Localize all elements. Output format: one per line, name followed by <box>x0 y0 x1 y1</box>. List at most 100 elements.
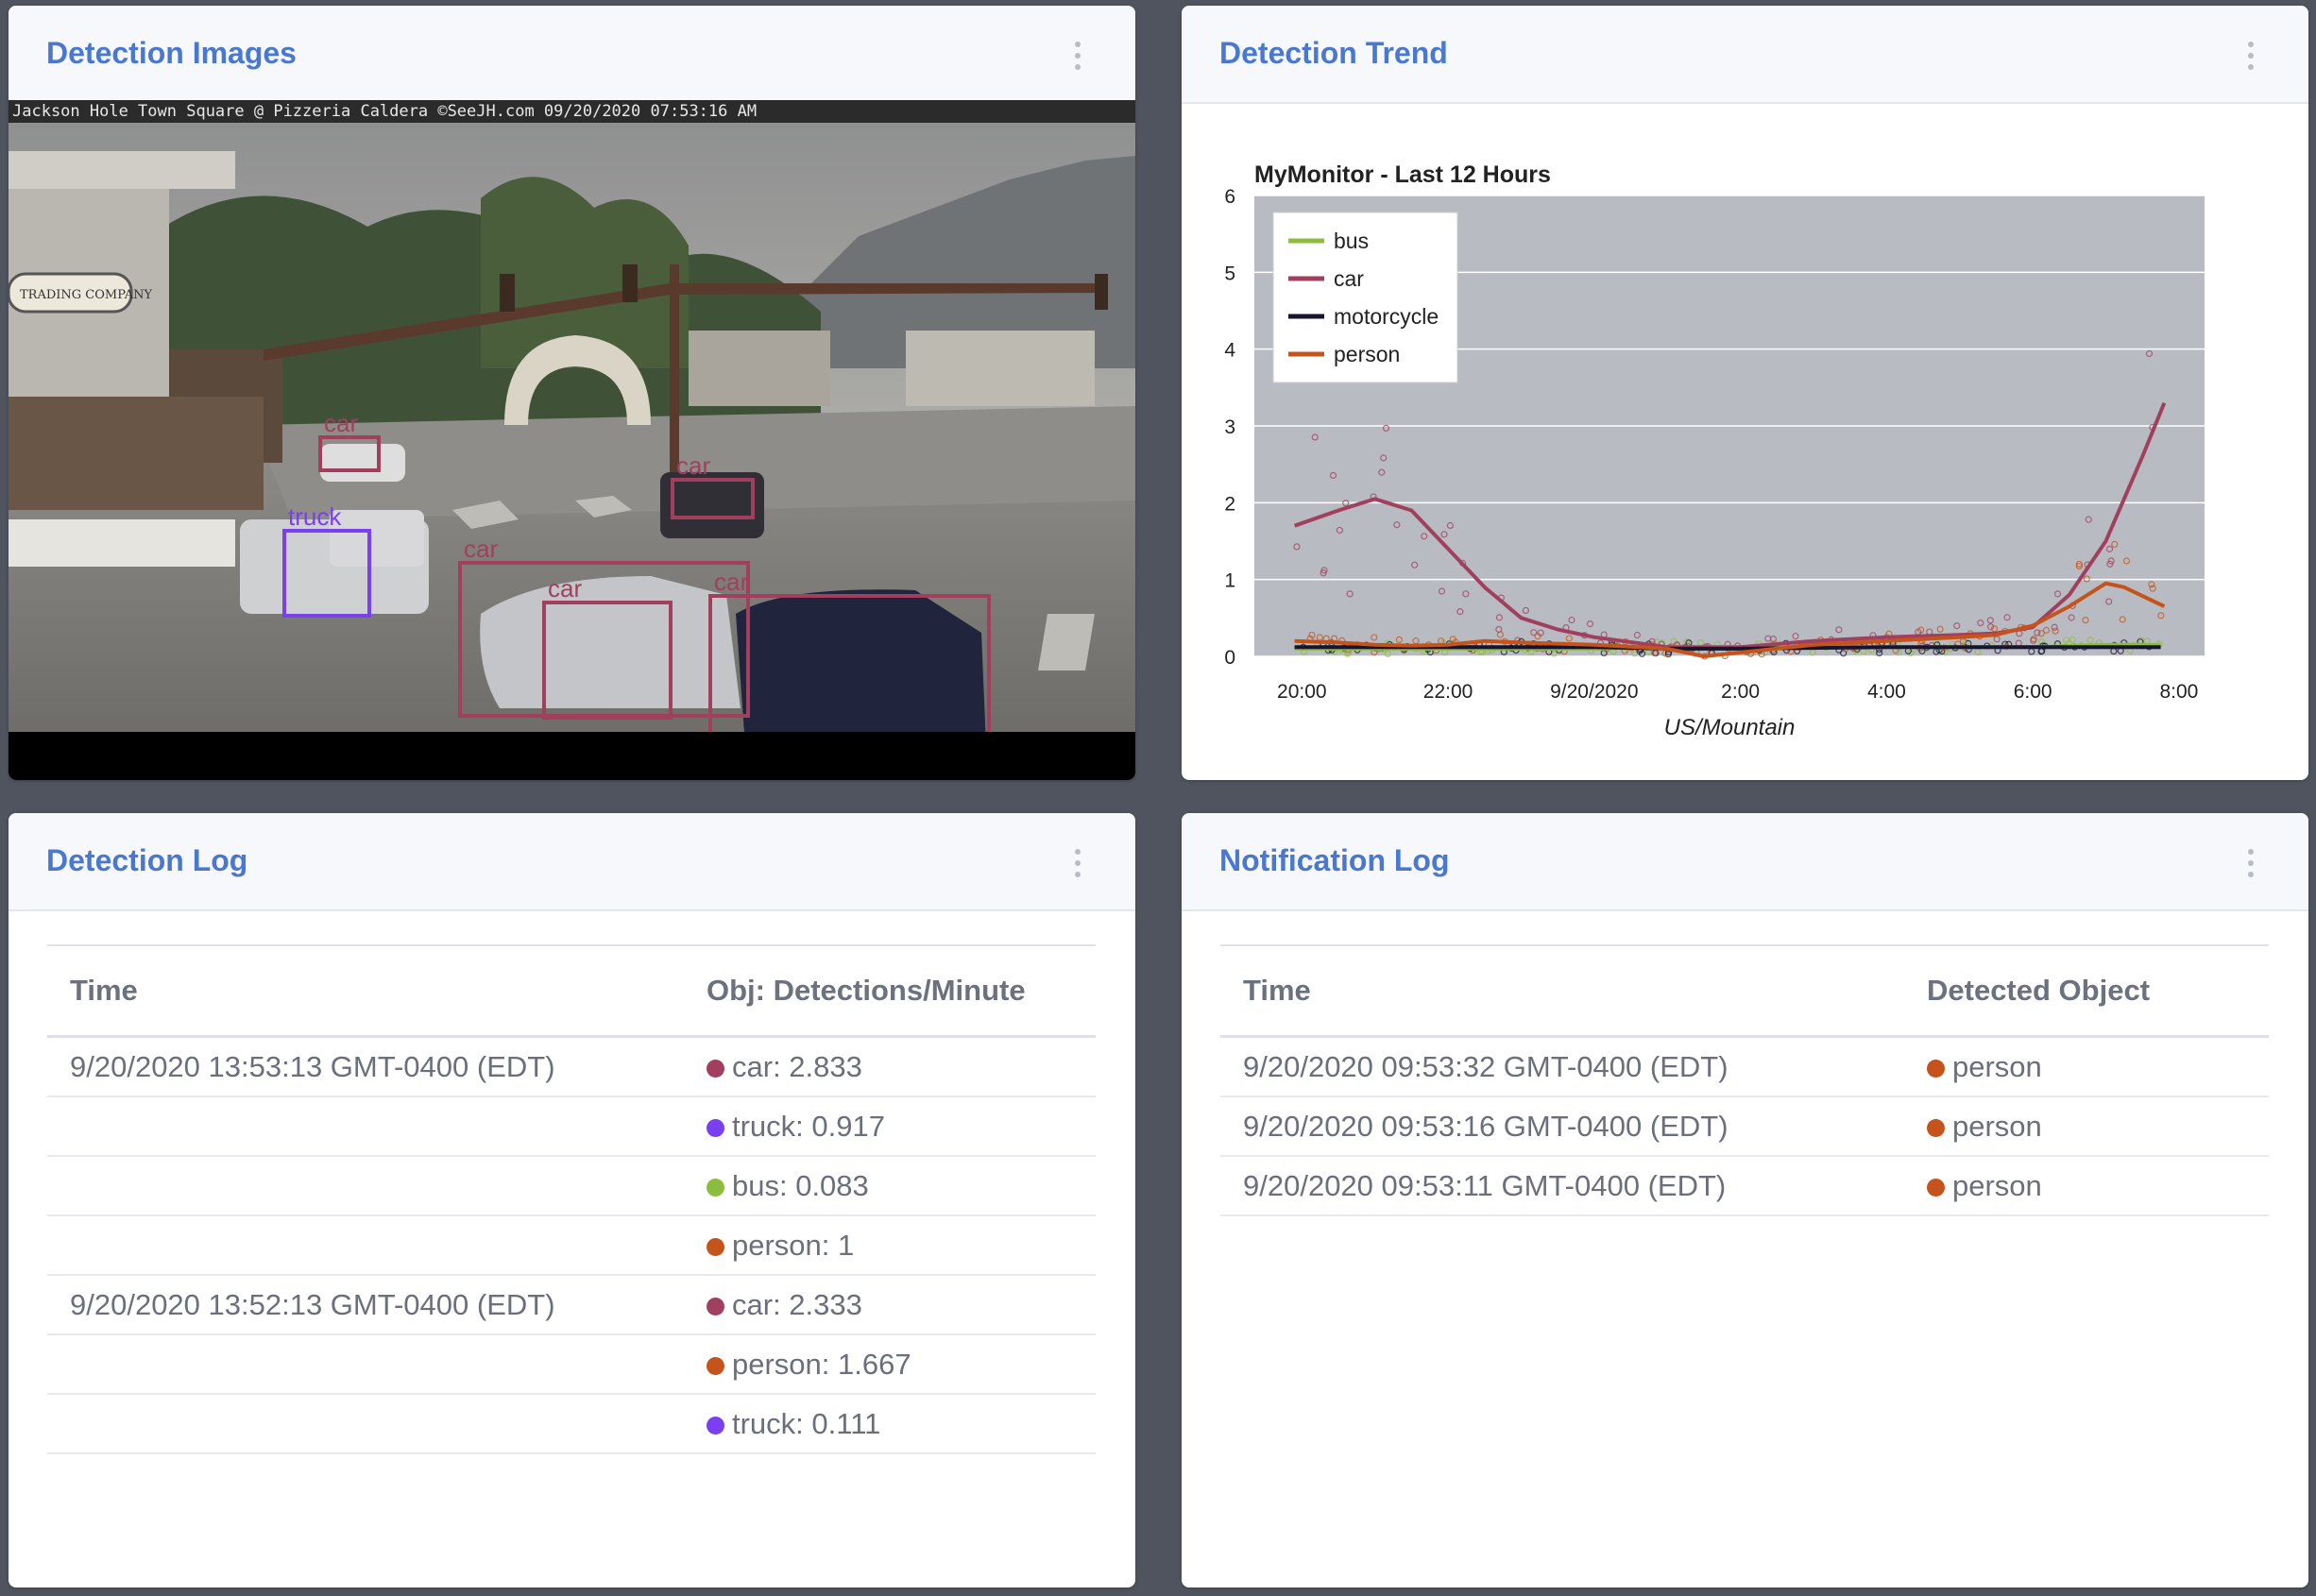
time-cell: 9/20/2020 13:52:13 GMT-0400 (EDT) <box>47 1275 684 1335</box>
detection-images-card: Detection Images Jackson Hole Town Squar… <box>9 6 1135 780</box>
detection-log-table: Time Obj: Detections/Minute 9/20/2020 13… <box>47 944 1096 1454</box>
x-tick-label: 20:00 <box>1277 681 1327 703</box>
time-cell: 9/20/2020 13:53:13 GMT-0400 (EDT) <box>47 1036 684 1097</box>
time-cell <box>47 1096 684 1157</box>
detection-log-card: Detection Log Time Obj: Detections/Minut… <box>9 813 1135 1588</box>
time-cell: 9/20/2020 09:53:32 GMT-0400 (EDT) <box>1220 1036 1904 1097</box>
legend-label: car <box>1334 266 1364 291</box>
legend-label: person <box>1334 342 1400 366</box>
card-title: Detection Log <box>46 843 248 877</box>
x-tick-label: 2:00 <box>1721 681 1760 703</box>
object-color-dot <box>707 1297 724 1316</box>
object-cell: person <box>1904 1036 2269 1097</box>
column-header-time[interactable]: Time <box>47 944 684 1038</box>
table-header-row: Time Detected Object <box>1220 944 2269 1038</box>
y-tick-label: 0 <box>1224 647 1235 669</box>
column-header-detections[interactable]: Obj: Detections/Minute <box>684 944 1096 1038</box>
object-color-dot <box>1927 1178 1945 1197</box>
x-tick-label: 6:00 <box>2014 681 2052 703</box>
legend-label: bus <box>1334 229 1369 253</box>
card-header: Detection Log <box>9 813 1135 911</box>
object-color-dot <box>707 1118 724 1137</box>
detection-box-label: car <box>714 568 748 596</box>
time-cell <box>47 1215 684 1276</box>
chart-legend: bus car motorcycle person <box>1272 212 1458 383</box>
detection-box-label: car <box>324 409 358 437</box>
x-tick-label: 22:00 <box>1423 681 1473 703</box>
detection-box-label: truck <box>288 502 342 531</box>
trend-chart: MyMonitor - Last 12 Hours 0 1 2 3 4 5 6 20:00 22:… <box>1224 161 2205 740</box>
object-value: car: 2.833 <box>732 1049 862 1083</box>
y-tick-label: 1 <box>1224 570 1235 592</box>
object-cell: car: 2.833 <box>684 1036 1096 1097</box>
table-row: bus: 0.083 <box>47 1156 1096 1216</box>
kebab-vertical-icon[interactable] <box>2248 42 2256 70</box>
x-axis-label: US/Mountain <box>1664 715 1796 740</box>
object-color-dot <box>707 1416 724 1435</box>
card-title: Notification Log <box>1219 843 1450 877</box>
card-header: Detection Images <box>9 6 1135 104</box>
detection-box-label: car <box>676 451 710 480</box>
table-row: 9/20/2020 13:53:13 GMT-0400 (EDT) car: 2.… <box>47 1036 1096 1097</box>
object-cell: person <box>1904 1156 2269 1216</box>
table-header-row: Time Obj: Detections/Minute <box>47 944 1096 1038</box>
detection-log-body: 9/20/2020 13:53:13 GMT-0400 (EDT) car: 2.… <box>47 1036 1096 1454</box>
object-cell: truck: 0.917 <box>684 1096 1096 1157</box>
object-cell: person: 1 <box>684 1215 1096 1276</box>
card-header: Detection Trend <box>1182 6 2308 104</box>
table-row: 9/20/2020 09:53:11 GMT-0400 (EDT) person <box>1220 1156 2269 1216</box>
object-value: bus: 0.083 <box>732 1168 869 1202</box>
time-cell: 9/20/2020 09:53:11 GMT-0400 (EDT) <box>1220 1156 1904 1216</box>
card-title: Detection Images <box>46 36 297 70</box>
kebab-vertical-icon[interactable] <box>1075 849 1082 877</box>
notification-log-card: Notification Log Time Detected Object 9/… <box>1182 813 2308 1588</box>
card-title: Detection Trend <box>1219 36 1448 70</box>
object-color-dot <box>707 1059 724 1078</box>
object-cell: person: 1.667 <box>684 1334 1096 1395</box>
table-row: truck: 0.111 <box>47 1394 1096 1454</box>
object-value: truck: 0.111 <box>732 1406 881 1440</box>
camera-image: Jackson Hole Town Square @ Pizzeria Cald… <box>9 100 1135 780</box>
x-tick-label: 8:00 <box>2159 681 2198 703</box>
kebab-vertical-icon[interactable] <box>2248 849 2256 877</box>
table-row: 9/20/2020 13:52:13 GMT-0400 (EDT) car: 2.… <box>47 1275 1096 1335</box>
y-tick-label: 5 <box>1224 263 1235 284</box>
object-value: person: 1.667 <box>732 1347 911 1381</box>
table-row: person: 1.667 <box>47 1334 1096 1395</box>
object-value: person <box>1952 1109 2042 1143</box>
time-cell: 9/20/2020 09:53:16 GMT-0400 (EDT) <box>1220 1096 1904 1157</box>
x-tick-label: 4:00 <box>1867 681 1906 703</box>
object-cell: bus: 0.083 <box>684 1156 1096 1216</box>
object-color-dot <box>707 1237 724 1256</box>
detection-box-label: car <box>464 535 498 563</box>
x-tick-label: 9/20/2020 <box>1550 681 1638 703</box>
sign-text: TRADING COMPANY <box>20 288 153 302</box>
object-value: person <box>1952 1168 2042 1202</box>
object-value: car: 2.333 <box>732 1287 862 1321</box>
time-cell <box>47 1394 684 1454</box>
camera-scene: TRADING COMPANY car car truck car car car <box>9 123 1135 732</box>
column-header-detected-object[interactable]: Detected Object <box>1904 944 2269 1038</box>
kebab-vertical-icon[interactable] <box>1075 42 1082 70</box>
y-tick-label: 3 <box>1224 416 1235 438</box>
object-cell: person <box>1904 1096 2269 1157</box>
notification-log-table: Time Detected Object 9/20/2020 09:53:32 … <box>1220 944 2269 1216</box>
column-header-time[interactable]: Time <box>1220 944 1904 1038</box>
y-tick-label: 6 <box>1224 186 1235 208</box>
object-color-dot <box>1927 1059 1945 1078</box>
detection-box-label: car <box>548 574 582 603</box>
object-color-dot <box>707 1356 724 1375</box>
detection-trend-card: Detection Trend MyMonitor - Last 12 Hour… <box>1182 6 2308 780</box>
y-tick-label: 2 <box>1224 493 1235 515</box>
notification-log-body: 9/20/2020 09:53:32 GMT-0400 (EDT) person 9… <box>1220 1036 2269 1216</box>
object-value: truck: 0.917 <box>732 1109 885 1143</box>
legend-label: motorcycle <box>1334 304 1439 329</box>
table-row: person: 1 <box>47 1215 1096 1276</box>
object-color-dot <box>1927 1118 1945 1137</box>
object-value: person <box>1952 1049 2042 1083</box>
y-tick-label: 4 <box>1224 340 1235 362</box>
time-cell <box>47 1156 684 1216</box>
table-row: truck: 0.917 <box>47 1096 1096 1157</box>
camera-caption: Jackson Hole Town Square @ Pizzeria Cald… <box>9 100 1135 123</box>
table-row: 9/20/2020 09:53:32 GMT-0400 (EDT) person <box>1220 1036 2269 1097</box>
